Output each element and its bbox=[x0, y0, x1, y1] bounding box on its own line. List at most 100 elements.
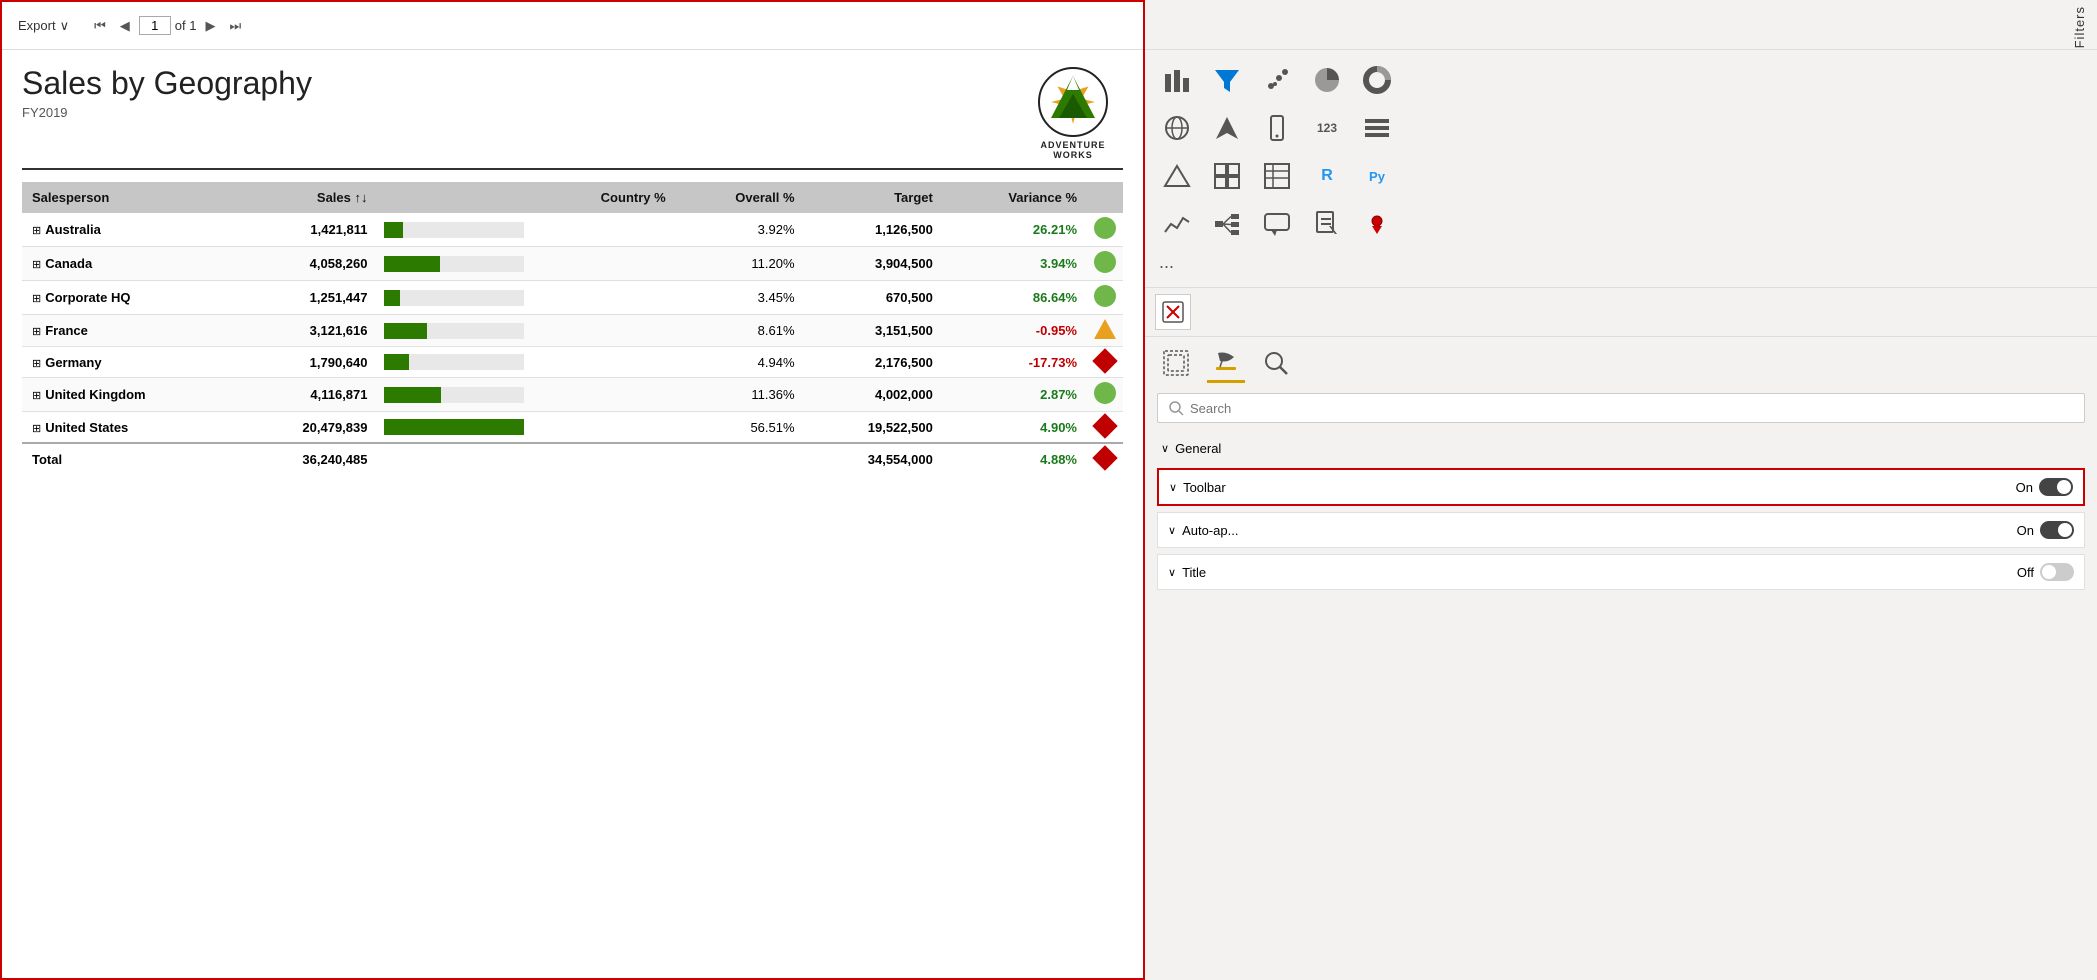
bar-cell bbox=[378, 378, 538, 412]
overall-pct-cell: 11.36% bbox=[676, 378, 805, 412]
title-toggle-label: Off bbox=[2017, 565, 2034, 580]
format-tab[interactable] bbox=[1207, 345, 1245, 383]
autoap-chevron-icon: ∨ bbox=[1168, 524, 1176, 537]
title-section-header[interactable]: ∨ Title Off bbox=[1158, 555, 2084, 589]
table-row: ⊞Germany1,790,6404.94%2,176,500-17.73% bbox=[22, 347, 1123, 378]
expand-icon[interactable]: ⊞ bbox=[32, 423, 41, 435]
nav-last-button[interactable]: ⏭ bbox=[224, 16, 246, 36]
autoap-section-header[interactable]: ∨ Auto-ap... On bbox=[1158, 513, 2084, 547]
filter-panel-button[interactable] bbox=[1155, 294, 1191, 330]
report-title: Sales by Geography bbox=[22, 66, 312, 101]
autoap-section: ∨ Auto-ap... On bbox=[1157, 512, 2085, 548]
grid2-icon[interactable] bbox=[1205, 154, 1249, 198]
expand-icon[interactable]: ⊞ bbox=[32, 358, 41, 370]
toolbar-toggle-label: On bbox=[2016, 480, 2033, 495]
python-icon[interactable]: Py bbox=[1355, 154, 1399, 198]
toolbar-switch-knob bbox=[2057, 480, 2071, 494]
donut-icon[interactable] bbox=[1355, 58, 1399, 102]
table-icon[interactable] bbox=[1255, 154, 1299, 198]
filter-funnel-icon[interactable] bbox=[1205, 58, 1249, 102]
main-report-panel: Export ∨ ⏮ ◀ of 1 ▶ ⏭ Sales by Geography… bbox=[0, 0, 1145, 980]
expand-icon[interactable]: ⊞ bbox=[32, 390, 41, 402]
expand-icon[interactable]: ⊞ bbox=[32, 293, 41, 305]
col-target[interactable]: Target bbox=[805, 182, 943, 213]
pie-icon[interactable] bbox=[1305, 58, 1349, 102]
filter-icon-row bbox=[1145, 288, 2097, 337]
bar-cell bbox=[378, 213, 538, 247]
map-pin-icon[interactable] bbox=[1355, 202, 1399, 246]
country-pct-cell bbox=[538, 412, 676, 444]
indicator-cell bbox=[1087, 315, 1123, 347]
nav-next-button[interactable]: ▶ bbox=[200, 16, 220, 36]
more-visualizations-button[interactable]: ... bbox=[1155, 246, 2087, 279]
nav-prev-button[interactable]: ◀ bbox=[115, 16, 135, 36]
title-switch-track[interactable] bbox=[2040, 563, 2074, 581]
indicator-cell bbox=[1087, 412, 1123, 444]
viz-icons-grid: 123 R Py bbox=[1155, 58, 2087, 246]
title-toggle[interactable]: Off bbox=[2017, 563, 2074, 581]
scatter-icon[interactable] bbox=[1255, 58, 1299, 102]
col-indicator bbox=[1087, 182, 1123, 213]
table-row: ⊞France3,121,6168.61%3,151,500-0.95% bbox=[22, 315, 1123, 347]
variance-cell: 86.64% bbox=[943, 281, 1087, 315]
expand-icon[interactable]: ⊞ bbox=[32, 259, 41, 271]
bar-cell bbox=[378, 281, 538, 315]
line-chart-icon[interactable] bbox=[1155, 202, 1199, 246]
bar-chart-icon[interactable] bbox=[1155, 58, 1199, 102]
target-cell: 4,002,000 bbox=[805, 378, 943, 412]
fields-tab[interactable] bbox=[1157, 345, 1195, 383]
globe-icon[interactable] bbox=[1155, 106, 1199, 150]
general-section: ∨ General bbox=[1157, 435, 2085, 462]
adventure-works-logo bbox=[1037, 66, 1109, 138]
format-tabs bbox=[1157, 345, 2085, 383]
speech-icon[interactable] bbox=[1255, 202, 1299, 246]
report-subtitle: FY2019 bbox=[22, 105, 312, 120]
number-123-icon[interactable]: 123 bbox=[1305, 106, 1349, 150]
salesperson-cell: ⊞Corporate HQ bbox=[22, 281, 239, 315]
phone-icon[interactable] bbox=[1255, 106, 1299, 150]
r-script-icon[interactable]: R bbox=[1305, 154, 1349, 198]
arrow-icon[interactable] bbox=[1205, 106, 1249, 150]
variance-cell: 2.87% bbox=[943, 378, 1087, 412]
overall-pct-cell: 11.20% bbox=[676, 247, 805, 281]
salesperson-cell: ⊞Germany bbox=[22, 347, 239, 378]
variance-cell: 3.94% bbox=[943, 247, 1087, 281]
export-button[interactable]: Export ∨ bbox=[14, 16, 73, 36]
bar-cell bbox=[378, 247, 538, 281]
bar-fill bbox=[384, 222, 404, 238]
variance-cell: 26.21% bbox=[943, 213, 1087, 247]
page-number-input[interactable] bbox=[139, 16, 171, 35]
title-section: ∨ Title Off bbox=[1157, 554, 2085, 590]
toolbar-switch-track[interactable] bbox=[2039, 478, 2073, 496]
analytics-tab[interactable] bbox=[1257, 345, 1295, 383]
autoap-toggle[interactable]: On bbox=[2017, 521, 2074, 539]
page-of-label: of 1 bbox=[175, 18, 197, 33]
col-overall-pct[interactable]: Overall % bbox=[676, 182, 805, 213]
col-sales[interactable]: Sales ↑↓ bbox=[239, 182, 377, 213]
indicator-cell bbox=[1087, 247, 1123, 281]
nav-first-button[interactable]: ⏮ bbox=[89, 16, 111, 36]
country-pct-cell bbox=[538, 281, 676, 315]
indicator-cell bbox=[1087, 281, 1123, 315]
sales-value-cell: 3,121,616 bbox=[239, 315, 377, 347]
delta-icon[interactable] bbox=[1155, 154, 1199, 198]
expand-icon[interactable]: ⊞ bbox=[32, 225, 41, 237]
country-pct-cell bbox=[538, 213, 676, 247]
autoap-switch-track[interactable] bbox=[2040, 521, 2074, 539]
toolbar-section: ∨ Toolbar On bbox=[1157, 468, 2085, 506]
toolbar-toggle[interactable]: On bbox=[2016, 478, 2073, 496]
col-variance[interactable]: Variance % bbox=[943, 182, 1087, 213]
total-target-cell: 34,554,000 bbox=[805, 443, 943, 475]
link2-icon[interactable] bbox=[1205, 202, 1249, 246]
col-salesperson[interactable]: Salesperson bbox=[22, 182, 239, 213]
country-pct-cell bbox=[538, 347, 676, 378]
doc-chart-icon[interactable] bbox=[1305, 202, 1349, 246]
table-header-row: Salesperson Sales ↑↓ Country % Overall %… bbox=[22, 182, 1123, 213]
general-section-header[interactable]: ∨ General bbox=[1157, 435, 2085, 462]
search-input[interactable] bbox=[1190, 401, 2074, 416]
expand-icon[interactable]: ⊞ bbox=[32, 326, 41, 338]
col-country-pct[interactable]: Country % bbox=[538, 182, 676, 213]
toolbar-section-header[interactable]: ∨ Toolbar On bbox=[1159, 470, 2083, 504]
list-icon[interactable] bbox=[1355, 106, 1399, 150]
variance-cell: -0.95% bbox=[943, 315, 1087, 347]
